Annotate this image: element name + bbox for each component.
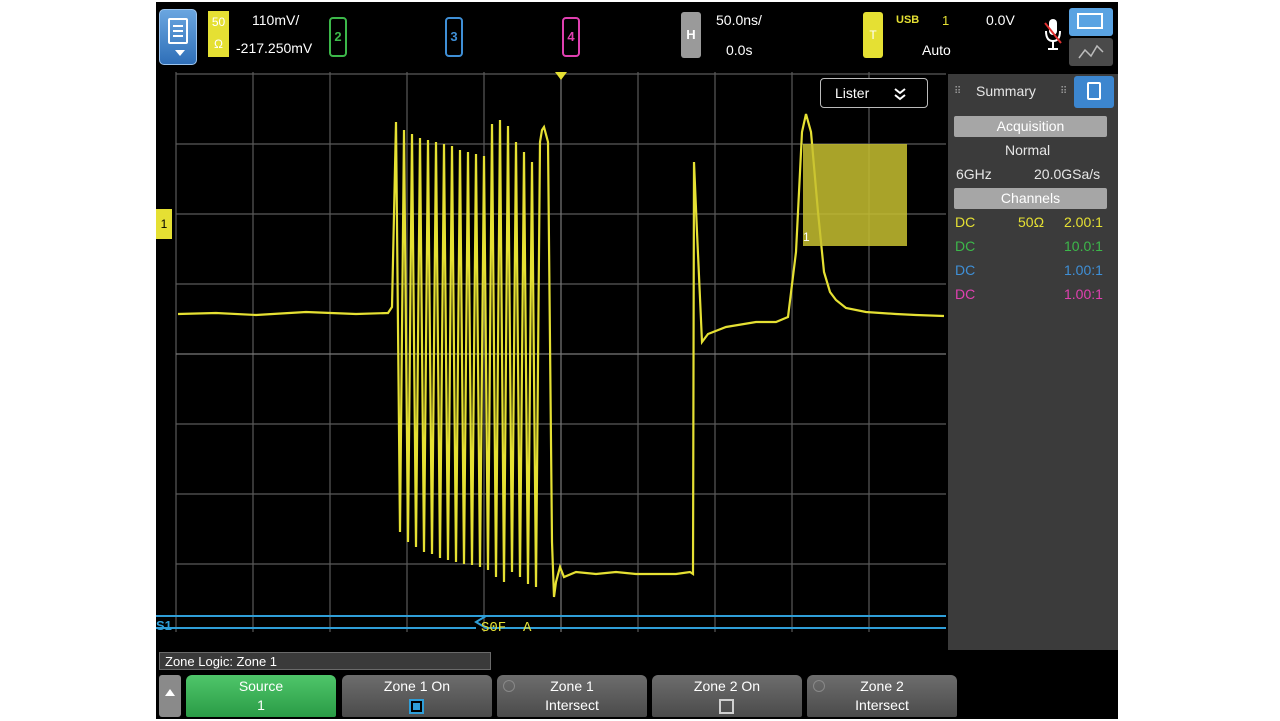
back-button[interactable] xyxy=(159,675,181,717)
ch2-coupling: DC xyxy=(955,238,976,254)
trigger-type[interactable]: USB xyxy=(896,14,919,26)
zone2-mode-label: Zone 2 xyxy=(860,678,904,694)
summary-tab[interactable]: Summary xyxy=(976,83,1036,99)
softkey-bar: Zone Logic: Zone 1 Source 1 Zone 1 On Zo… xyxy=(156,650,1118,719)
ch2-probe: 10.0:1 xyxy=(1064,238,1103,254)
ch1-impedance-badge[interactable]: 50 Ω xyxy=(208,11,229,57)
ch1-probe: 2.00:1 xyxy=(1064,214,1103,230)
zone-1-label: 1 xyxy=(803,230,810,244)
ch1-impedance: 50Ω xyxy=(1018,214,1045,230)
zone2-on-label: Zone 2 On xyxy=(693,678,761,694)
panel-menu-button[interactable] xyxy=(1074,76,1114,108)
screen-icon[interactable] xyxy=(1069,8,1113,36)
channels-header: Channels xyxy=(954,188,1107,209)
zone2-mode-value: Intersect xyxy=(855,697,909,713)
ch3-coupling: DC xyxy=(955,262,976,278)
menu-title: Zone Logic: Zone 1 xyxy=(159,652,491,670)
acquisition-header: Acquisition xyxy=(954,116,1107,137)
ch1-vertical-scale[interactable]: 110mV/ xyxy=(252,12,299,28)
lister-button-label: Lister xyxy=(835,85,870,101)
ch1-vertical-offset[interactable]: -217.250mV xyxy=(236,40,312,56)
zone2-mode-softkey[interactable]: Zone 2 Intersect xyxy=(807,675,957,717)
serial-decode-label: S0F A xyxy=(481,620,532,636)
waveform-icon[interactable] xyxy=(1069,38,1113,66)
drag-handle-icon[interactable]: ⠿ xyxy=(954,86,961,97)
horizontal-scale[interactable]: 50.0ns/ xyxy=(716,12,762,28)
ch3-probe: 1.00:1 xyxy=(1064,262,1103,278)
acquisition-mode: Normal xyxy=(1005,142,1051,158)
zone1-mode-value: Intersect xyxy=(545,697,599,713)
ch1-ground-marker[interactable]: 1 xyxy=(156,209,172,239)
ch1-coupling: DC xyxy=(955,214,976,230)
ch4-probe: 1.00:1 xyxy=(1064,286,1103,302)
source-softkey[interactable]: Source 1 xyxy=(186,675,336,717)
zone1-mode-label: Zone 1 xyxy=(550,678,594,694)
bandwidth: 6GHz xyxy=(956,166,992,182)
zone1-on-checkbox[interactable] xyxy=(409,699,424,714)
zone2-on-checkbox[interactable] xyxy=(719,699,734,714)
graticule xyxy=(156,72,946,632)
chevron-down-icon xyxy=(175,50,185,56)
trigger-button[interactable]: T xyxy=(863,12,883,58)
main-menu-button[interactable] xyxy=(159,9,197,65)
display-mode-toggle[interactable] xyxy=(1069,8,1113,68)
summary-panel-header: ⠿ Summary ⠿ xyxy=(948,74,1118,110)
status-bar: 50 Ω 110mV/ -217.250mV 2 3 4 H 50.0ns/ 0… xyxy=(156,2,1118,72)
ch4-button[interactable]: 4 xyxy=(562,17,580,57)
double-chevron-down-icon xyxy=(894,88,906,101)
horizontal-delay[interactable]: 0.0s xyxy=(726,42,752,58)
zone2-on-softkey[interactable]: Zone 2 On xyxy=(652,675,802,717)
horizontal-button[interactable]: H xyxy=(681,12,701,58)
waveform-display[interactable]: 1 1 S1 S0F A Lister xyxy=(156,72,946,650)
ch3-button[interactable]: 3 xyxy=(445,17,463,57)
zone1-on-softkey[interactable]: Zone 1 On xyxy=(342,675,492,717)
lister-button[interactable]: Lister xyxy=(820,78,928,108)
ch1-impedance-unit: Ω xyxy=(214,37,223,51)
oscilloscope-screen: 50 Ω 110mV/ -217.250mV 2 3 4 H 50.0ns/ 0… xyxy=(156,2,1118,719)
menu-list-icon xyxy=(168,18,188,44)
ch4-coupling: DC xyxy=(955,286,976,302)
sample-rate: 20.0GSa/s xyxy=(1034,166,1101,182)
zone1-on-label: Zone 1 On xyxy=(383,678,451,694)
zone1-mode-softkey[interactable]: Zone 1 Intersect xyxy=(497,675,647,717)
serial-bus-marker: S1 xyxy=(156,618,172,633)
trigger-mode[interactable]: Auto xyxy=(922,42,951,58)
drag-handle-icon[interactable]: ⠿ xyxy=(1060,86,1067,97)
ch2-button[interactable]: 2 xyxy=(329,17,347,57)
summary-panel: ⠿ Summary ⠿ Acquisition Normal 6GHz 20.0… xyxy=(948,74,1118,650)
source-softkey-value: 1 xyxy=(257,697,265,713)
source-softkey-label: Source xyxy=(238,678,284,694)
trigger-level[interactable]: 0.0V xyxy=(986,12,1015,28)
trigger-source[interactable]: 1 xyxy=(942,13,949,28)
microphone-icon[interactable] xyxy=(1043,17,1063,53)
ch1-impedance-value: 50 xyxy=(211,15,226,29)
